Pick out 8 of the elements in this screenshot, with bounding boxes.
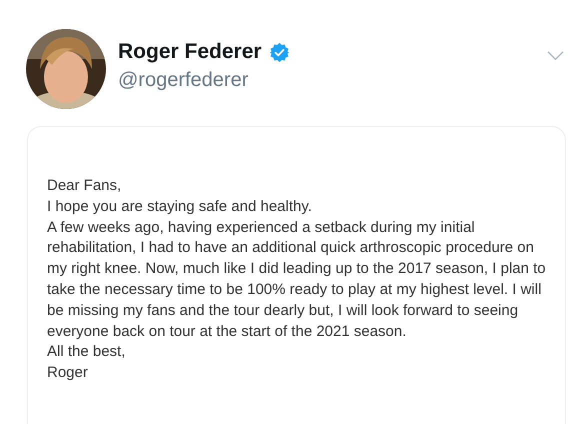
letter-text: Dear Fans, (47, 176, 122, 196)
letter-text: Roger (47, 363, 89, 384)
letter-text: A few weeks ago, having experienced a setback during my initial rehabilitation, I had to have an additional quick arthroscopic procedure on my right knee. Now, much like I did leading up to the 2017 season, I plan to take the necessary time to be 100% ready to play at my highest level. I will be missing my fans and the tour dearly but, I will look forward to seeing everyone back on tour at the start of the 2021 season. (47, 218, 547, 342)
letter-text: I hope you are staying safe and healthy. (47, 196, 313, 217)
letter-text: All the best, (47, 342, 126, 362)
chevron-down-icon[interactable] (547, 51, 564, 61)
author-handle: @rogerfederer (118, 69, 250, 92)
author-name: Roger Federer (118, 40, 262, 64)
